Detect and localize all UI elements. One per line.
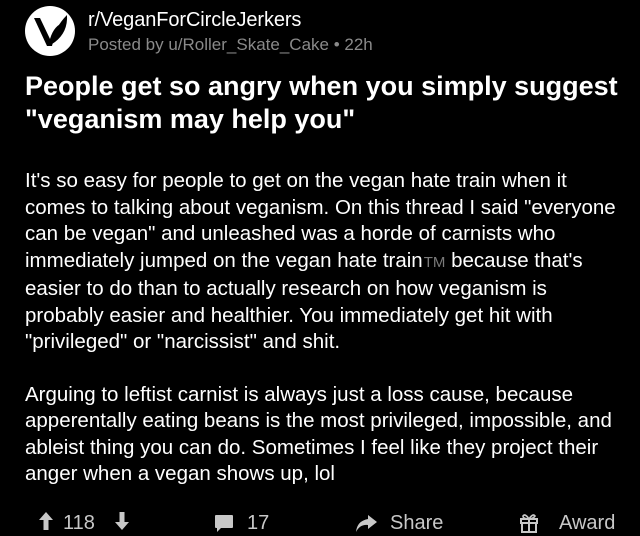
vote-count: 118 [63, 512, 95, 534]
vegan-leaf-icon [34, 15, 68, 46]
comment-count: 17 [247, 512, 270, 534]
award-label: Award [559, 512, 616, 534]
upvote-arrow-icon [39, 512, 53, 530]
body-paragraph-2: Arguing to leftist carnist is always jus… [25, 382, 612, 486]
share-button[interactable]: Share [354, 510, 443, 536]
subreddit-avatar[interactable] [25, 6, 75, 56]
upvote-button[interactable] [38, 510, 54, 532]
post-card: r/VeganForCircleJerkers Posted by u/Roll… [0, 0, 640, 536]
post-body: It's so easy for people to get on the ve… [25, 168, 625, 488]
subreddit-name[interactable]: r/VeganForCircleJerkers [88, 7, 373, 33]
comments-button[interactable]: 17 [213, 510, 269, 536]
share-arrow-icon [356, 515, 377, 532]
post-byline: Posted by u/Roller_Skate_Cake • 22h [88, 35, 373, 54]
post-meta: r/VeganForCircleJerkers Posted by u/Roll… [88, 7, 373, 56]
downvote-arrow-icon [115, 512, 129, 530]
body-paragraph-1: It's so easy for people to get on the ve… [25, 168, 625, 356]
action-bar: 118 17 Share Award [0, 510, 640, 536]
gift-icon [520, 514, 538, 533]
post-header: r/VeganForCircleJerkers Posted by u/Roll… [25, 6, 373, 56]
comment-bubble-icon [215, 515, 233, 532]
downvote-button[interactable] [114, 510, 130, 532]
trademark-mark: TM [423, 253, 446, 271]
post-title[interactable]: People get so angry when you simply sugg… [25, 70, 625, 136]
share-label: Share [390, 512, 444, 534]
award-button[interactable]: Award [519, 510, 615, 536]
